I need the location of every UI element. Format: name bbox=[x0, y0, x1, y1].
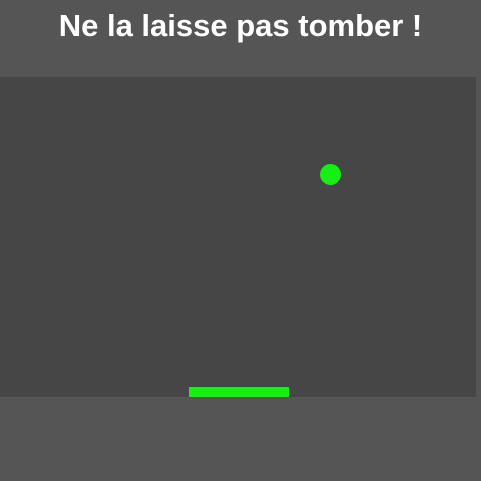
game-title: Ne la laisse pas tomber ! bbox=[58, 8, 423, 43]
game-page: Ne la laisse pas tomber ! bbox=[0, 0, 481, 481]
game-arena[interactable] bbox=[0, 77, 476, 397]
paddle[interactable] bbox=[189, 387, 289, 397]
ball bbox=[320, 164, 341, 185]
